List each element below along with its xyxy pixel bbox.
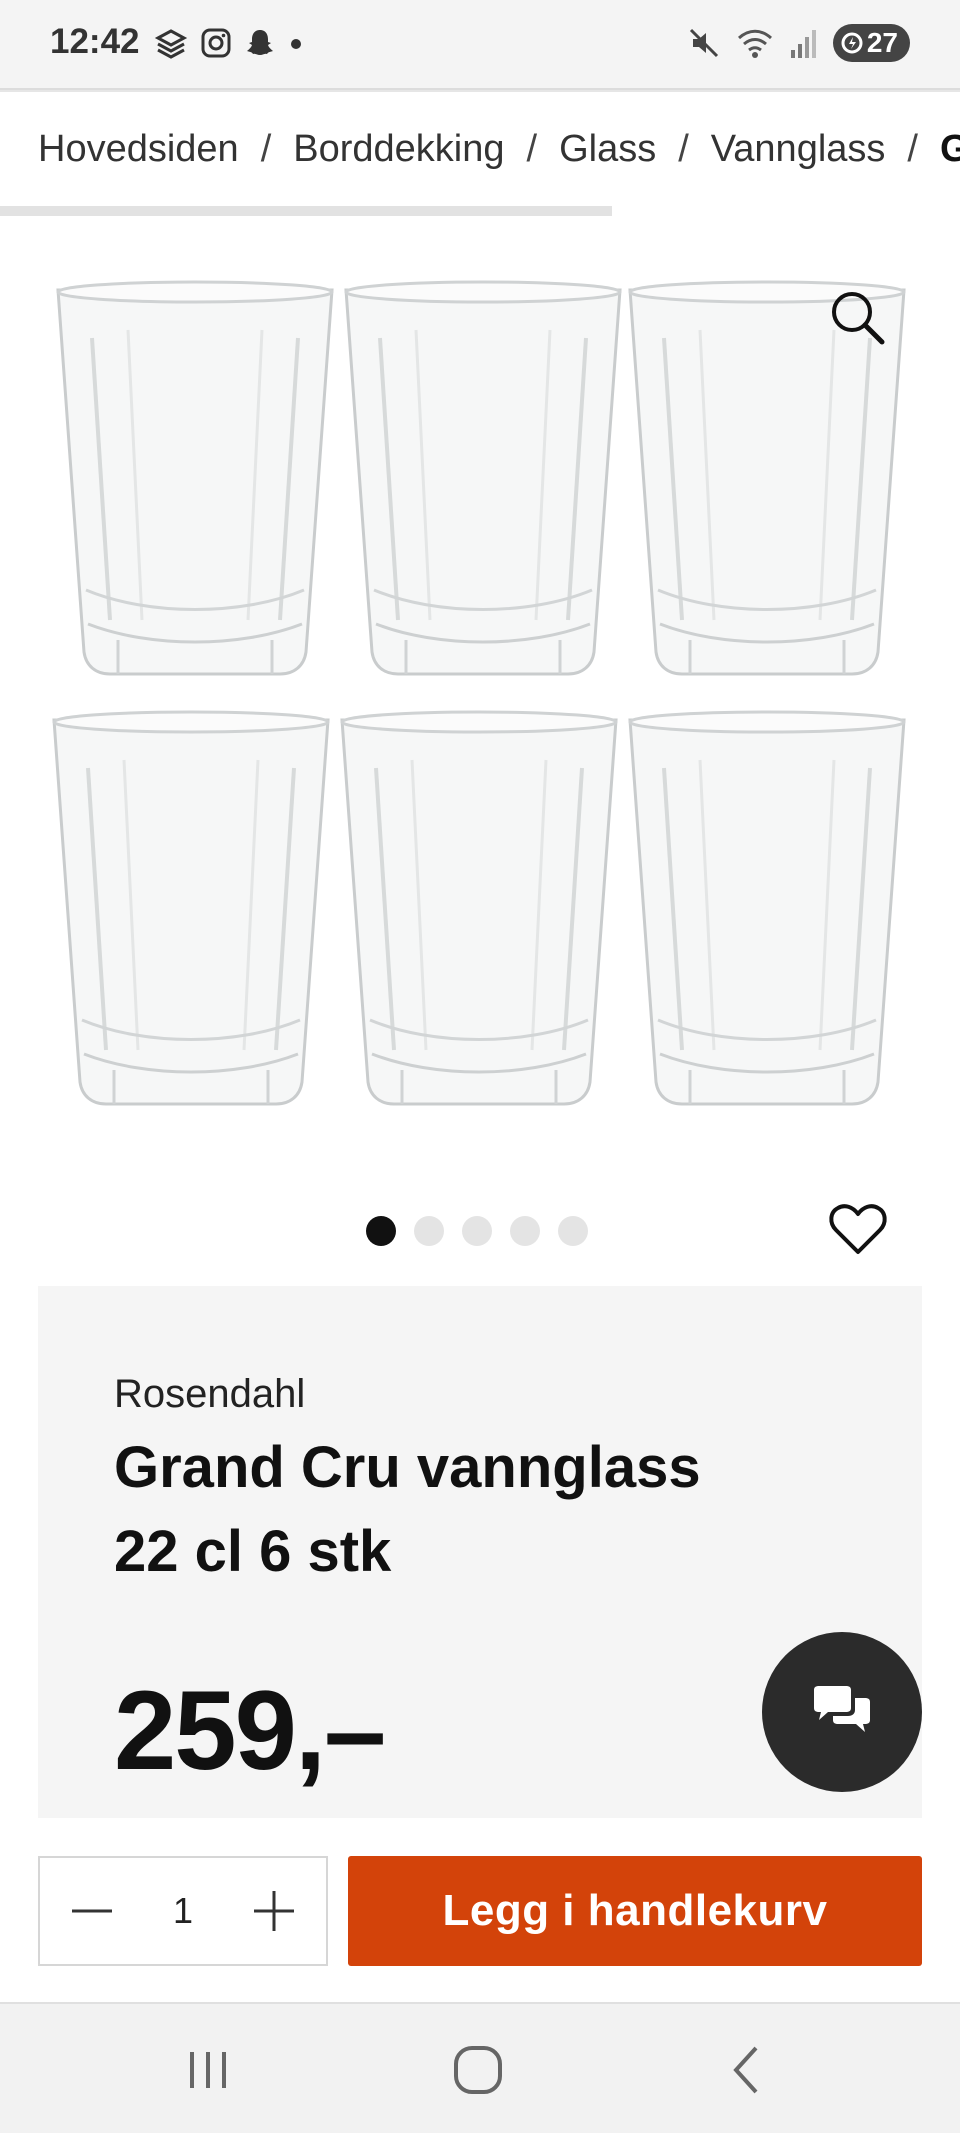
breadcrumb-item-borddekking[interactable]: Borddekking [293,128,504,171]
system-nav-bar [0,2002,960,2133]
breadcrumb-item-vannglass[interactable]: Vannglass [711,128,886,171]
breadcrumb-scroll-indicator [0,206,612,216]
chat-button[interactable] [762,1632,922,1792]
snapchat-icon [247,30,273,55]
product-title: Grand Cru vannglass 22 cl 6 stk [114,1435,701,1584]
breadcrumb-separator: / [678,128,689,170]
signal-icon [790,30,816,58]
notification-stack-icon [154,29,188,59]
zoom-icon[interactable] [826,286,890,350]
plus-icon[interactable] [252,1889,296,1933]
quantity-stepper: 1 [38,1856,328,1966]
status-notification-icons [154,26,304,60]
status-bar: 12:42 27 [0,0,960,90]
heart-icon[interactable] [828,1200,888,1260]
carousel-dots [366,1216,588,1246]
add-to-cart-button[interactable]: Legg i handlekurv [348,1856,922,1966]
breadcrumb-separator: / [907,128,918,170]
mute-icon [689,28,718,58]
wifi-icon [737,29,772,58]
carousel-dot[interactable] [558,1216,588,1246]
carousel-dot[interactable] [510,1216,540,1246]
carousel-dot[interactable] [366,1216,396,1246]
product-image[interactable] [0,250,960,1150]
instagram-icon [201,28,231,58]
carousel-dot[interactable] [414,1216,444,1246]
quantity-value[interactable]: 1 [173,1890,193,1932]
status-system-icons: 27 [687,24,910,62]
battery-level: 27 [866,27,898,58]
breadcrumb-separator: / [526,128,538,170]
status-time: 12:42 [50,22,140,61]
minus-icon[interactable] [70,1889,114,1933]
back-icon[interactable] [718,2042,778,2098]
breadcrumb-item-home[interactable]: Hovedsiden [38,128,239,171]
breadcrumb-item-glass[interactable]: Glass [559,128,656,171]
home-icon[interactable] [448,2042,508,2098]
product-brand[interactable]: Rosendahl [114,1372,305,1417]
battery-indicator: 27 [832,24,910,62]
breadcrumb-separator: / [260,128,272,170]
battery-icon [841,32,863,54]
chat-icon [814,1686,870,1732]
header-divider [0,90,960,92]
product-price: 259,– [114,1668,386,1793]
dot-icon [291,39,301,49]
breadcrumb-current: Gra [939,128,960,170]
recent-apps-icon[interactable] [178,2042,238,2098]
carousel-dot[interactable] [462,1216,492,1246]
breadcrumb: Hovedsiden / Borddekking / Glass / Vanng… [38,128,960,171]
glasses-photo [52,280,906,1106]
